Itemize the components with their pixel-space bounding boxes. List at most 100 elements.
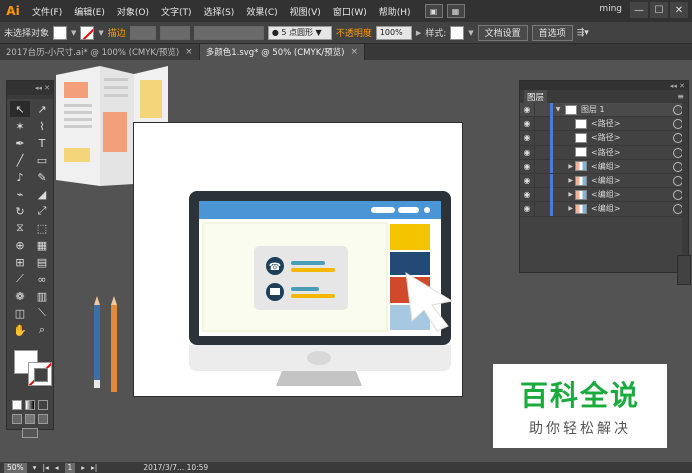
watermark-badge: 百科全说 助你轻松解决 (493, 364, 667, 448)
lock-toggle[interactable] (534, 173, 548, 188)
first-artboard-icon[interactable]: |◂ (42, 463, 48, 472)
layer-row[interactable]: ◉ <路径> (520, 116, 688, 132)
layers-tabbar: 图层 ≡ (520, 90, 688, 103)
artboard-number-field[interactable]: 1 (64, 462, 76, 473)
column-graph-tool-icon[interactable]: ▥ (32, 288, 52, 304)
zoom-tool-icon[interactable]: ⌕ (32, 322, 52, 338)
pencil-tool-icon[interactable]: ✎ (32, 169, 52, 185)
layer-thumbnail (575, 118, 587, 129)
zoom-field[interactable]: 50% (4, 462, 27, 473)
color-mode-icon[interactable] (12, 400, 22, 410)
expand-arrow-icon[interactable]: ▶ (553, 177, 573, 184)
layer-row[interactable]: ◉ <路径> (520, 130, 688, 146)
svg-text:☎: ☎ (269, 262, 281, 273)
shape-builder-tool-icon[interactable]: ⊕ (10, 237, 30, 253)
scale-tool-icon[interactable]: ⤢ (32, 203, 52, 219)
expand-arrow-icon[interactable]: ▶ (553, 191, 573, 198)
layer-thumbnail (575, 161, 587, 172)
layer-color-indicator (550, 116, 553, 131)
width-tool-icon[interactable]: ⧖ (10, 220, 30, 236)
tools-panel: ◂◂ ✕ ↖ ↗ ✶ ⌇ ✒ T ╱ ▭ ♪ ✎ ⌁ ◢ ↻ ⤢ ⧖ ⬚ ⊕ ▦… (6, 80, 54, 438)
tools-panel-header[interactable]: ◂◂ ✕ (7, 81, 53, 95)
stroke-swatch[interactable] (28, 362, 52, 386)
mesh-tool-icon[interactable]: ⊞ (10, 254, 30, 270)
layer-row[interactable]: ◉ ▶ <编组> (520, 173, 688, 189)
lock-toggle[interactable] (534, 145, 548, 160)
draw-inside-icon[interactable] (38, 414, 48, 424)
rotate-tool-icon[interactable]: ↻ (10, 203, 30, 219)
layers-scrollbar[interactable] (682, 103, 688, 263)
illustrator-window: Ai 文件(F) 编辑(E) 对象(O) 文字(T) 选择(S) 效果(C) 视… (0, 0, 692, 473)
pencils-illustration (94, 296, 117, 392)
watermark-subtitle: 助你轻松解决 (529, 421, 631, 437)
layer-color-indicator (550, 130, 553, 145)
expand-arrow-icon[interactable]: ▼ (553, 106, 563, 113)
layer-row[interactable]: ◉ ▶ <编组> (520, 187, 688, 203)
layer-color-indicator (550, 145, 553, 160)
lasso-tool-icon[interactable]: ⌇ (32, 118, 52, 134)
panel-menu-icon[interactable]: ≡ (677, 92, 684, 101)
none-mode-icon[interactable] (38, 400, 48, 410)
symbol-sprayer-tool-icon[interactable]: ❁ (10, 288, 30, 304)
fill-stroke-control (10, 346, 52, 392)
lock-toggle[interactable] (534, 201, 548, 216)
magic-wand-tool-icon[interactable]: ✶ (10, 118, 30, 134)
visibility-eye-icon[interactable]: ◉ (520, 105, 534, 114)
monitor-illustration: ☎ (189, 191, 454, 386)
layer-row[interactable]: ◉ ▶ <编组> (520, 159, 688, 174)
visibility-eye-icon[interactable]: ◉ (520, 162, 534, 171)
gradient-mode-icon[interactable] (25, 400, 35, 410)
slice-tool-icon[interactable]: ⟍ (32, 305, 52, 321)
line-tool-icon[interactable]: ╱ (10, 152, 30, 168)
layers-panel-header[interactable]: ◂◂ ✕ (520, 81, 688, 90)
layer-thumbnail (575, 132, 587, 143)
lock-toggle[interactable] (534, 159, 548, 174)
rectangle-tool-icon[interactable]: ▭ (32, 152, 52, 168)
lock-toggle[interactable] (534, 130, 548, 145)
visibility-eye-icon[interactable]: ◉ (520, 119, 534, 128)
visibility-eye-icon[interactable]: ◉ (520, 148, 534, 157)
layer-thumbnail (575, 203, 587, 214)
zoom-dropdown-icon[interactable]: ▾ (33, 463, 37, 472)
perspective-grid-tool-icon[interactable]: ▦ (32, 237, 52, 253)
layer-row[interactable]: ◉ ▼ 图层 1 (520, 102, 688, 118)
layer-thumbnail (575, 189, 587, 200)
paintbrush-tool-icon[interactable]: ♪ (10, 169, 30, 185)
visibility-eye-icon[interactable]: ◉ (520, 133, 534, 142)
draw-behind-icon[interactable] (25, 414, 35, 424)
layer-row[interactable]: ◉ ▶ <编组> (520, 201, 688, 217)
free-transform-tool-icon[interactable]: ⬚ (32, 220, 52, 236)
blend-tool-icon[interactable]: ∞ (32, 271, 52, 287)
blob-brush-tool-icon[interactable]: ⌁ (10, 186, 30, 202)
last-artboard-icon[interactable]: ▸| (91, 463, 97, 472)
layers-tab[interactable]: 图层 (524, 90, 548, 103)
expand-arrow-icon[interactable]: ▶ (553, 205, 573, 212)
hand-tool-icon[interactable]: ✋ (10, 322, 30, 338)
visibility-eye-icon[interactable]: ◉ (520, 190, 534, 199)
layer-row[interactable]: ◉ <路径> (520, 145, 688, 160)
visibility-eye-icon[interactable]: ◉ (520, 176, 534, 185)
draw-normal-icon[interactable] (12, 414, 22, 424)
visibility-eye-icon[interactable]: ◉ (520, 204, 534, 213)
next-artboard-icon[interactable]: ▸ (81, 463, 85, 472)
watermark-title: 百科全说 (519, 379, 640, 412)
direct-selection-tool-icon[interactable]: ↗ (32, 101, 52, 117)
eraser-tool-icon[interactable]: ◢ (32, 186, 52, 202)
selection-tool-icon[interactable]: ↖ (10, 101, 30, 117)
artboard[interactable]: ☎ (133, 122, 463, 397)
expand-arrow-icon[interactable]: ▶ (553, 163, 573, 170)
gradient-tool-icon[interactable]: ▤ (32, 254, 52, 270)
eyedropper-tool-icon[interactable]: ⟋ (10, 271, 30, 287)
layer-thumbnail (565, 104, 577, 115)
type-tool-icon[interactable]: T (32, 135, 52, 151)
artboard-tool-icon[interactable]: ◫ (10, 305, 30, 321)
lock-toggle[interactable] (534, 102, 548, 117)
screen-mode-icon[interactable] (22, 428, 38, 438)
lock-toggle[interactable] (534, 116, 548, 131)
status-datetime: 2017/3/7... 10:59 (143, 463, 209, 472)
collapsed-panel-strip[interactable] (677, 255, 691, 285)
prev-artboard-icon[interactable]: ◂ (55, 463, 59, 472)
layer-name[interactable]: 图层 1 (581, 104, 688, 115)
pen-tool-icon[interactable]: ✒ (10, 135, 30, 151)
lock-toggle[interactable] (534, 187, 548, 202)
